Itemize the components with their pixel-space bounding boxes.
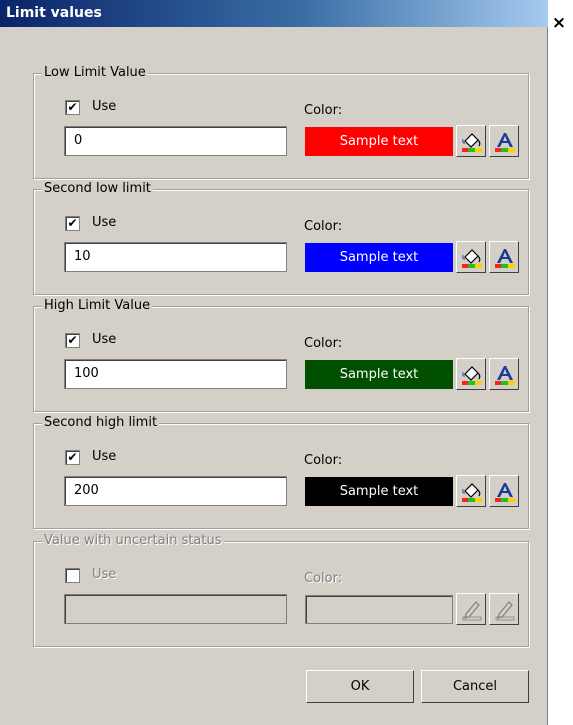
font-color-button[interactable] — [489, 475, 519, 507]
font-color-button[interactable] — [489, 358, 519, 390]
font-color-icon — [495, 249, 515, 268]
group-legend: Second high limit — [42, 415, 160, 430]
limit-value-input[interactable]: 10 — [64, 242, 287, 272]
use-label: Use — [92, 332, 117, 347]
edit-disabled-icon — [495, 601, 515, 621]
font-color-button[interactable] — [489, 593, 519, 625]
sample-text-preview — [305, 595, 453, 624]
title-bar[interactable]: Limit values — [0, 0, 548, 27]
paint-bucket-icon — [462, 483, 482, 502]
font-color-icon — [495, 483, 515, 502]
font-color-button[interactable] — [489, 125, 519, 157]
ok-button[interactable]: OK — [306, 670, 414, 703]
background-color-button[interactable] — [456, 125, 486, 157]
group-legend: Value with uncertain status — [42, 533, 224, 548]
background-color-button[interactable] — [456, 358, 486, 390]
use-label: Use — [92, 449, 117, 464]
limit-values-dialog: Limit values Low Limit Value ✔ Use Color… — [0, 0, 548, 725]
color-label: Color: — [304, 571, 343, 586]
sample-text-preview: Sample text — [305, 360, 453, 389]
use-checkbox[interactable]: ✔ — [65, 216, 80, 231]
group-legend: High Limit Value — [42, 298, 153, 313]
use-label: Use — [92, 215, 117, 230]
group-low-limit: Low Limit Value ✔ Use Color: 0 Sample te… — [33, 65, 529, 179]
sample-text-preview: Sample text — [305, 243, 453, 272]
dialog-title: Limit values — [6, 5, 102, 21]
font-color-icon — [495, 133, 515, 152]
cancel-button[interactable]: Cancel — [421, 670, 529, 703]
paint-bucket-icon — [462, 249, 482, 268]
color-label: Color: — [304, 453, 343, 468]
limit-value-input[interactable] — [64, 594, 287, 624]
background-color-button[interactable] — [456, 241, 486, 273]
use-checkbox[interactable]: ✔ — [65, 450, 80, 465]
limit-value-input[interactable]: 0 — [64, 126, 287, 156]
group-second-low-limit: Second low limit ✔ Use Color: 10 Sample … — [33, 181, 529, 295]
sample-text-preview: Sample text — [305, 127, 453, 156]
use-label: Use — [92, 99, 117, 114]
group-legend: Low Limit Value — [42, 65, 148, 80]
background-color-button[interactable] — [456, 593, 486, 625]
use-checkbox[interactable]: ✔ — [65, 333, 80, 348]
font-color-button[interactable] — [489, 241, 519, 273]
group-uncertain-status: Value with uncertain status Use Color: — [33, 533, 529, 647]
limit-value-input[interactable]: 200 — [64, 476, 287, 506]
paint-bucket-icon — [462, 133, 482, 152]
background-color-button[interactable] — [456, 475, 486, 507]
limit-value-input[interactable]: 100 — [64, 359, 287, 389]
group-legend: Second low limit — [42, 181, 153, 196]
color-label: Color: — [304, 103, 343, 118]
group-second-high-limit: Second high limit ✔ Use Color: 200 Sampl… — [33, 415, 529, 529]
close-icon[interactable]: × — [548, 13, 570, 33]
edit-disabled-icon — [462, 601, 482, 621]
group-high-limit: High Limit Value ✔ Use Color: 100 Sample… — [33, 298, 529, 412]
paint-bucket-icon — [462, 366, 482, 385]
sample-text-preview: Sample text — [305, 477, 453, 506]
font-color-icon — [495, 366, 515, 385]
use-checkbox[interactable]: ✔ — [65, 100, 80, 115]
use-checkbox[interactable] — [65, 568, 80, 583]
color-label: Color: — [304, 219, 343, 234]
use-label: Use — [92, 567, 117, 582]
color-label: Color: — [304, 336, 343, 351]
